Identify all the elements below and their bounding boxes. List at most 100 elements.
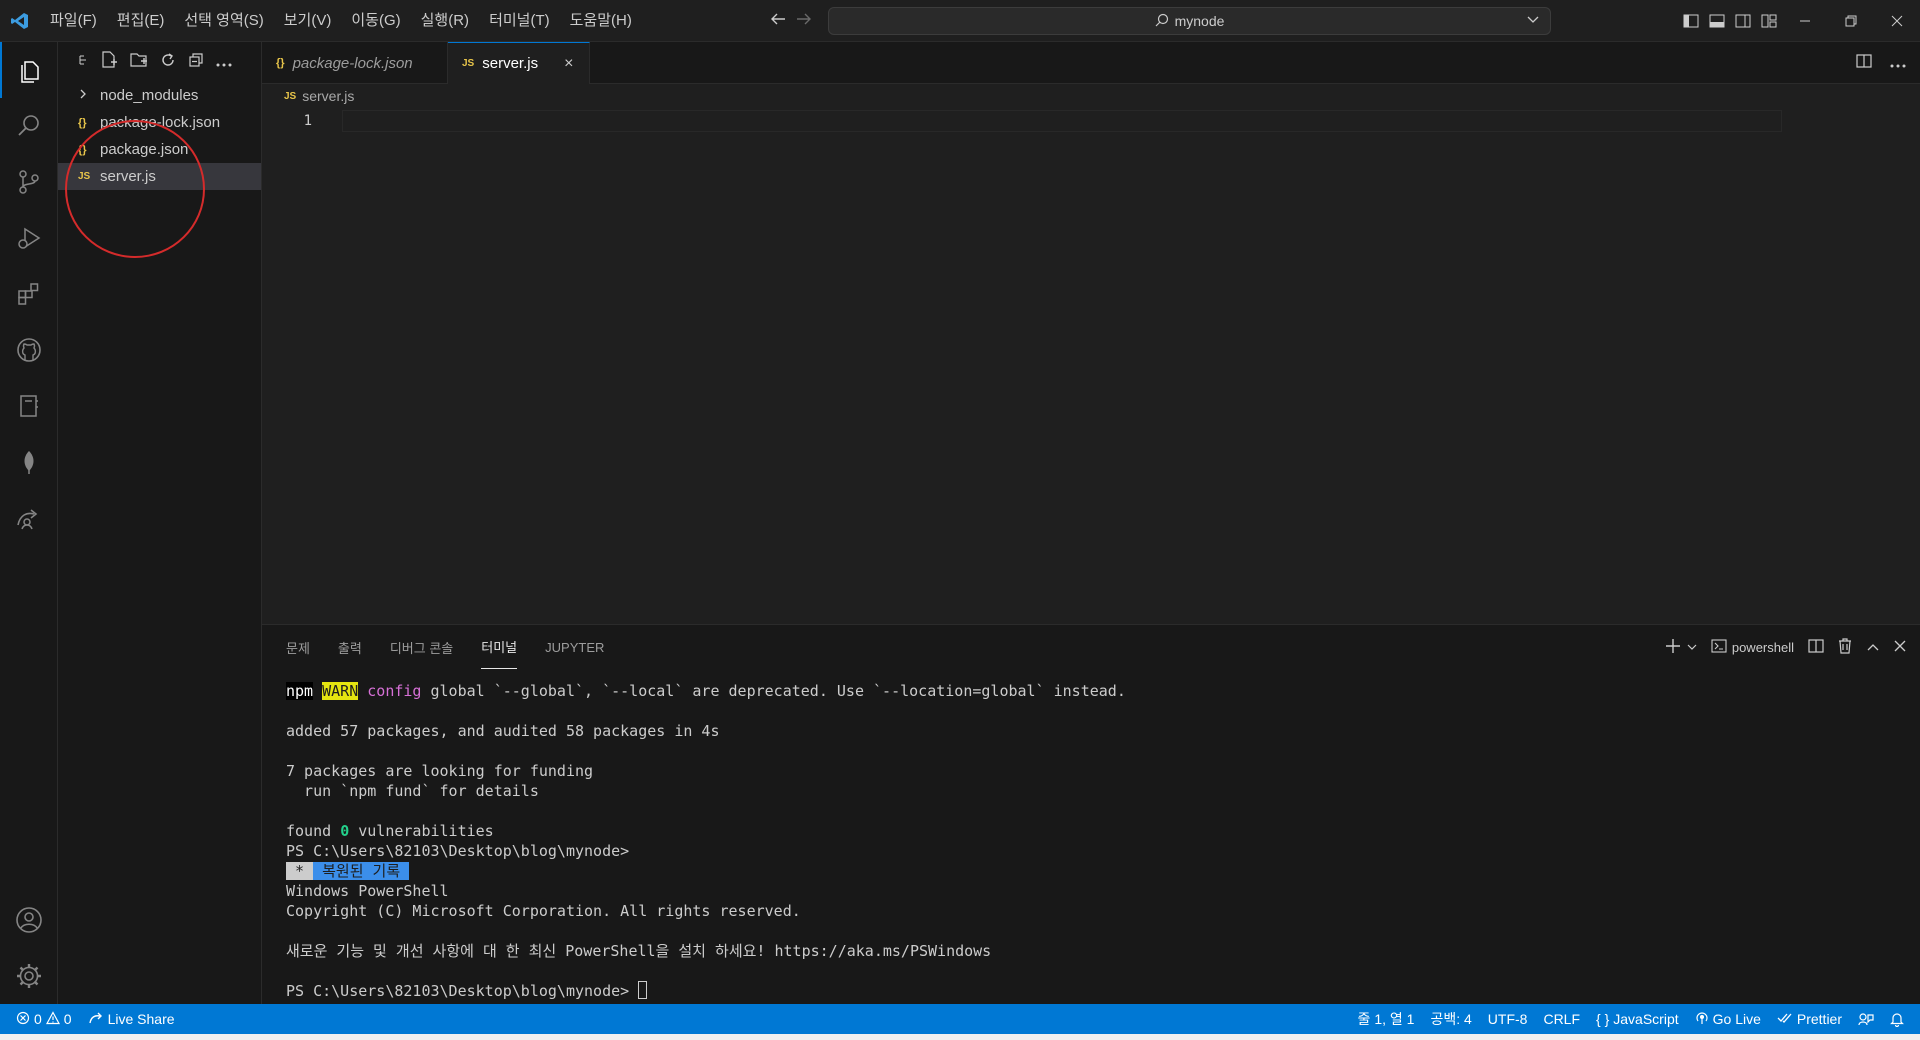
close-window-icon[interactable] bbox=[1874, 0, 1920, 42]
settings-gear-icon[interactable] bbox=[0, 948, 58, 1004]
tab-server-js[interactable]: JS server.js × bbox=[448, 42, 590, 84]
encoding[interactable]: UTF-8 bbox=[1480, 1011, 1536, 1027]
terminal-line: run `npm fund` for details bbox=[286, 782, 539, 800]
terminal-shell-selector[interactable]: powershell bbox=[1711, 638, 1794, 656]
menu-go[interactable]: 이동(G) bbox=[341, 0, 410, 42]
config-word: config bbox=[367, 682, 422, 700]
collapse-all-icon[interactable] bbox=[78, 53, 88, 71]
menu-file[interactable]: 파일(F) bbox=[40, 0, 107, 42]
terminal-line: Windows PowerShell bbox=[286, 882, 449, 900]
terminal-line: 7 packages are looking for funding bbox=[286, 762, 594, 780]
json-file-icon: {} bbox=[78, 116, 87, 129]
new-folder-icon[interactable] bbox=[130, 51, 148, 73]
search-view-icon[interactable] bbox=[0, 98, 58, 154]
terminal-prompt: PS C:\Users\82103\Desktop\blog\mynode> bbox=[286, 982, 639, 1000]
json-file-icon: {} bbox=[276, 57, 285, 69]
explorer-icon[interactable] bbox=[0, 42, 58, 98]
restored-star: * bbox=[286, 862, 314, 880]
customize-layout-icon[interactable] bbox=[1756, 0, 1782, 42]
feedback-icon[interactable] bbox=[1850, 1012, 1882, 1026]
editor-tab-bar: {} package-lock.json JS server.js × bbox=[262, 42, 1920, 84]
editor-more-actions-icon[interactable] bbox=[1890, 55, 1906, 72]
terminal-cursor bbox=[638, 981, 648, 999]
source-control-icon[interactable] bbox=[0, 154, 58, 210]
split-editor-icon[interactable] bbox=[1856, 53, 1872, 73]
github-icon[interactable] bbox=[0, 322, 58, 378]
language-mode[interactable]: { } JavaScript bbox=[1588, 1011, 1687, 1027]
npm-label: npm bbox=[286, 682, 314, 700]
restored-history-label: 복원된 기록 bbox=[313, 862, 410, 880]
prettier-status[interactable]: Prettier bbox=[1769, 1011, 1850, 1027]
run-debug-icon[interactable] bbox=[0, 210, 58, 266]
menu-terminal[interactable]: 터미널(T) bbox=[479, 0, 560, 42]
maximize-panel-icon[interactable] bbox=[1866, 640, 1880, 655]
bottom-panel: 문제 출력 디버그 콘솔 터미널 JUPYTER powershell npm … bbox=[262, 624, 1920, 1004]
new-file-icon[interactable] bbox=[100, 51, 118, 73]
back-arrow-icon[interactable] bbox=[770, 12, 786, 30]
shell-name: powershell bbox=[1731, 639, 1794, 655]
tree-item-label: node_modules bbox=[100, 87, 199, 104]
explorer-toolbar bbox=[58, 42, 261, 82]
go-live-button[interactable]: Go Live bbox=[1687, 1011, 1769, 1028]
tab-label: package-lock.json bbox=[292, 54, 413, 72]
error-icon bbox=[16, 1011, 30, 1028]
more-actions-icon[interactable] bbox=[216, 54, 232, 71]
terminal-output[interactable]: npm WARN config global `--global`, `--lo… bbox=[286, 681, 1126, 1001]
menu-edit[interactable]: 편집(E) bbox=[107, 0, 175, 42]
chevron-down-icon[interactable] bbox=[1526, 12, 1540, 29]
restore-icon[interactable] bbox=[1828, 0, 1874, 42]
terminal-line: npm WARN config global `--global`, `--lo… bbox=[286, 681, 1126, 701]
vulnerability-count: 0 bbox=[340, 822, 350, 840]
tab-package-lock-json[interactable]: {} package-lock.json bbox=[262, 42, 448, 84]
split-terminal-icon[interactable] bbox=[1808, 638, 1824, 657]
refresh-icon[interactable] bbox=[160, 52, 176, 72]
tree-item-node-modules[interactable]: node_modules bbox=[58, 82, 261, 109]
activity-bar bbox=[0, 42, 58, 1004]
kill-terminal-trash-icon[interactable] bbox=[1838, 637, 1852, 657]
tab-problems[interactable]: 문제 bbox=[286, 625, 310, 669]
notifications-bell-icon[interactable] bbox=[1882, 1011, 1912, 1027]
problems-status[interactable]: 0 0 bbox=[0, 1010, 80, 1028]
tab-terminal[interactable]: 터미널 bbox=[481, 625, 518, 669]
breadcrumb-file[interactable]: server.js bbox=[302, 88, 354, 104]
command-center-search[interactable]: mynode bbox=[828, 7, 1551, 35]
line-number: 1 bbox=[303, 113, 312, 129]
remote-explorer-icon[interactable] bbox=[0, 490, 58, 546]
end-of-line[interactable]: CRLF bbox=[1535, 1011, 1588, 1027]
warn-badge: WARN bbox=[322, 682, 359, 700]
forward-arrow-icon[interactable] bbox=[796, 12, 812, 30]
warning-icon bbox=[45, 1010, 60, 1028]
cursor-position[interactable]: 줄 1, 열 1 bbox=[1350, 1009, 1423, 1029]
minimize-icon[interactable] bbox=[1782, 0, 1828, 42]
menu-view[interactable]: 보기(V) bbox=[274, 0, 342, 42]
toggle-primary-sidebar-icon[interactable] bbox=[1678, 0, 1704, 42]
title-bar: 파일(F) 편집(E) 선택 영역(S) 보기(V) 이동(G) 실행(R) 터… bbox=[0, 0, 1920, 42]
tab-label: server.js bbox=[482, 55, 539, 72]
menu-selection[interactable]: 선택 영역(S) bbox=[174, 0, 273, 42]
menu-help[interactable]: 도움말(H) bbox=[560, 0, 642, 42]
code-editor[interactable]: JS server.js 1 bbox=[262, 84, 1920, 624]
extensions-icon[interactable] bbox=[0, 266, 58, 322]
toggle-secondary-sidebar-icon[interactable] bbox=[1730, 0, 1756, 42]
account-icon[interactable] bbox=[0, 892, 58, 948]
tab-output[interactable]: 출력 bbox=[338, 625, 362, 669]
taskbar-edge bbox=[0, 1034, 1920, 1040]
tab-debug-console[interactable]: 디버그 콘솔 bbox=[390, 625, 453, 669]
chevron-right-icon bbox=[78, 88, 100, 103]
notebook-icon[interactable] bbox=[0, 378, 58, 434]
live-share-label: Live Share bbox=[107, 1011, 175, 1027]
tab-jupyter[interactable]: JUPYTER bbox=[545, 625, 604, 669]
menu-run[interactable]: 실행(R) bbox=[411, 0, 479, 42]
code-line[interactable]: 1 bbox=[262, 110, 1782, 132]
close-panel-icon[interactable] bbox=[1894, 640, 1906, 655]
live-share-button[interactable]: Live Share bbox=[80, 1011, 183, 1028]
toggle-panel-icon[interactable] bbox=[1704, 0, 1730, 42]
indentation[interactable]: 공백: 4 bbox=[1422, 1009, 1479, 1029]
red-annotation-circle bbox=[65, 120, 205, 258]
mongodb-leaf-icon[interactable] bbox=[0, 434, 58, 490]
terminal-input-line[interactable]: PS C:\Users\82103\Desktop\blog\mynode> bbox=[286, 981, 1126, 1001]
close-tab-icon[interactable]: × bbox=[564, 55, 573, 73]
new-terminal-icon[interactable] bbox=[1665, 638, 1681, 657]
collapse-folders-icon[interactable] bbox=[188, 52, 204, 72]
chevron-down-icon[interactable] bbox=[1687, 640, 1697, 655]
